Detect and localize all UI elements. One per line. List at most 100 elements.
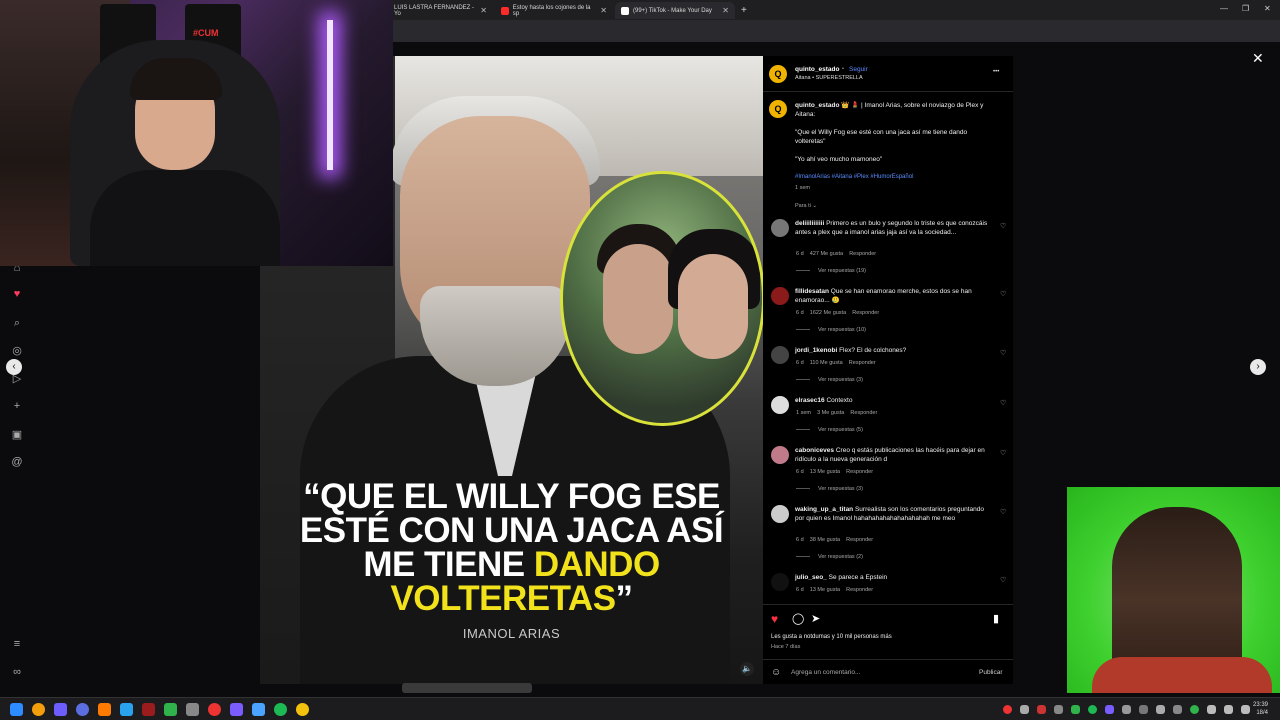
comment-meta[interactable]: 6 d 110 Me gusta Responder — [796, 360, 876, 366]
commenter-avatar[interactable] — [771, 573, 789, 591]
comment-username[interactable]: julio_seo_ — [795, 574, 827, 581]
app-icon[interactable] — [164, 703, 177, 716]
threads-icon[interactable]: @ — [10, 456, 24, 470]
likes-summary[interactable]: Les gusta a notdumas y 10 mil personas m… — [771, 633, 1006, 642]
previous-post-button[interactable]: ‹ — [6, 359, 22, 375]
commenter-avatar[interactable] — [771, 446, 789, 464]
comment-username[interactable]: elrasec16 — [795, 397, 825, 404]
scrollbar[interactable] — [402, 683, 532, 693]
comment-username[interactable]: jordi_1kenobi — [795, 347, 837, 354]
like-comment-icon[interactable]: ♡ — [1000, 449, 1006, 457]
header-username[interactable]: quinto_estado — [795, 66, 839, 73]
publish-button[interactable]: Publicar — [979, 669, 1002, 676]
commenter-avatar[interactable] — [771, 396, 789, 414]
explore-icon[interactable]: ◎ — [10, 344, 24, 358]
comment-meta[interactable]: 6 d 1622 Me gusta Responder — [796, 310, 879, 316]
comment-meta[interactable]: 6 d 13 Me gusta Responder — [796, 469, 873, 475]
view-replies-button[interactable]: Ver respuestas (3) — [796, 377, 863, 383]
close-tab-icon[interactable]: ✕ — [480, 6, 487, 15]
minimize-icon[interactable]: — — [1220, 4, 1228, 13]
close-tab-icon[interactable]: ✕ — [600, 6, 607, 15]
tab-luis-lastra[interactable]: LUIS LASTRA FERNANDEZ - Yo ✕ — [388, 2, 493, 19]
comment-meta[interactable]: 6 d 13 Me gusta Responder — [796, 587, 873, 593]
tray-icon[interactable] — [1190, 705, 1199, 714]
spotify-icon[interactable] — [274, 703, 287, 716]
tray-icon[interactable] — [1139, 705, 1148, 714]
app-icon[interactable] — [98, 703, 111, 716]
wifi-icon[interactable] — [1207, 705, 1216, 714]
for-you-dropdown[interactable]: Para ti ⌄ — [795, 203, 817, 209]
app-icon[interactable] — [186, 703, 199, 716]
caption-avatar[interactable]: Q — [769, 100, 787, 118]
app-icon[interactable] — [252, 703, 265, 716]
commenter-avatar[interactable] — [771, 346, 789, 364]
app-icon[interactable] — [142, 703, 155, 716]
audio-label[interactable]: Aitana • SUPERESTRELLA — [795, 75, 863, 81]
tray-icon[interactable] — [1105, 705, 1114, 714]
like-icon[interactable]: ♥ — [771, 612, 778, 626]
meta-icon[interactable]: ∞ — [10, 666, 24, 680]
search-icon[interactable] — [32, 703, 45, 716]
tray-icon[interactable] — [1071, 705, 1080, 714]
close-window-icon[interactable]: ✕ — [1264, 4, 1271, 13]
comment-meta[interactable]: 6 d 427 Me gusta Responder — [796, 251, 876, 257]
comment-username[interactable]: waking_up_a_titan — [795, 506, 853, 513]
tray-icon[interactable] — [1020, 705, 1029, 714]
like-comment-icon[interactable]: ♡ — [1000, 576, 1006, 584]
app-icon[interactable] — [208, 703, 221, 716]
taskview-icon[interactable] — [54, 703, 67, 716]
comment-input[interactable]: Agrega un comentario... — [791, 669, 860, 676]
tray-icon[interactable] — [1156, 705, 1165, 714]
view-replies-button[interactable]: Ver respuestas (3) — [796, 486, 863, 492]
view-replies-button[interactable]: Ver respuestas (19) — [796, 268, 866, 274]
comment-meta[interactable]: 1 sem 3 Me gusta Responder — [796, 410, 877, 416]
commenter-avatar[interactable] — [771, 219, 789, 237]
like-comment-icon[interactable]: ♡ — [1000, 508, 1006, 516]
account-avatar[interactable]: Q — [769, 65, 787, 83]
share-icon[interactable]: ➤ — [811, 612, 820, 625]
commenter-avatar[interactable] — [771, 505, 789, 523]
tab-tiktok[interactable]: (99+) TikTok - Make Your Day ✕ — [615, 2, 735, 19]
more-options-icon[interactable]: ••• — [993, 69, 999, 75]
follow-button[interactable]: Seguir — [849, 66, 868, 73]
caption-hashtags[interactable]: #ImanolArias #Aitana #Plex #HumorEspañol — [795, 173, 1000, 182]
tray-icon[interactable] — [1003, 705, 1012, 714]
tray-icon[interactable] — [1037, 705, 1046, 714]
tray-icon[interactable] — [1088, 705, 1097, 714]
speaker-icon[interactable] — [1224, 705, 1233, 714]
chrome-icon[interactable] — [296, 703, 309, 716]
maximize-icon[interactable]: ❐ — [1242, 4, 1249, 13]
view-replies-button[interactable]: Ver respuestas (2) — [796, 554, 863, 560]
comment-username[interactable]: fillidesatan — [795, 288, 829, 295]
comment-icon[interactable]: ◯ — [792, 612, 804, 625]
commenter-avatar[interactable] — [771, 287, 789, 305]
tray-icon[interactable] — [1122, 705, 1131, 714]
messages-icon[interactable]: ▣ — [10, 428, 24, 442]
battery-icon[interactable] — [1241, 705, 1250, 714]
app-icon[interactable] — [230, 703, 243, 716]
emoji-icon[interactable]: ☺ — [771, 667, 781, 678]
new-tab-button[interactable]: + — [735, 2, 749, 19]
start-icon[interactable] — [10, 703, 23, 716]
comment-username[interactable]: deliiiliiiiiii — [795, 220, 824, 227]
tab-estoy-hasta[interactable]: Estoy hasta los cojones de la sp ✕ — [495, 2, 613, 19]
close-modal-icon[interactable]: ✕ — [1252, 50, 1264, 67]
like-comment-icon[interactable]: ♡ — [1000, 222, 1006, 230]
comment-meta[interactable]: 6 d 38 Me gusta Responder — [796, 537, 873, 543]
more-menu-icon[interactable]: ≡ — [10, 638, 24, 652]
system-clock[interactable]: 23:39 18/4 — [1253, 701, 1268, 717]
tray-icon[interactable] — [1173, 705, 1182, 714]
search-icon[interactable]: ⌕ — [10, 317, 24, 331]
close-tab-icon[interactable]: ✕ — [722, 6, 729, 15]
view-replies-button[interactable]: Ver respuestas (5) — [796, 427, 863, 433]
comment-username[interactable]: caboniceves — [795, 447, 834, 454]
save-bookmark-icon[interactable]: ▮ — [993, 612, 999, 625]
next-post-button[interactable]: › — [1250, 359, 1266, 375]
like-comment-icon[interactable]: ♡ — [1000, 399, 1006, 407]
app-icon[interactable] — [120, 703, 133, 716]
notifications-icon[interactable]: ♥ — [10, 288, 24, 302]
tray-icon[interactable] — [1054, 705, 1063, 714]
like-comment-icon[interactable]: ♡ — [1000, 349, 1006, 357]
create-icon[interactable]: + — [10, 400, 24, 414]
like-comment-icon[interactable]: ♡ — [1000, 290, 1006, 298]
